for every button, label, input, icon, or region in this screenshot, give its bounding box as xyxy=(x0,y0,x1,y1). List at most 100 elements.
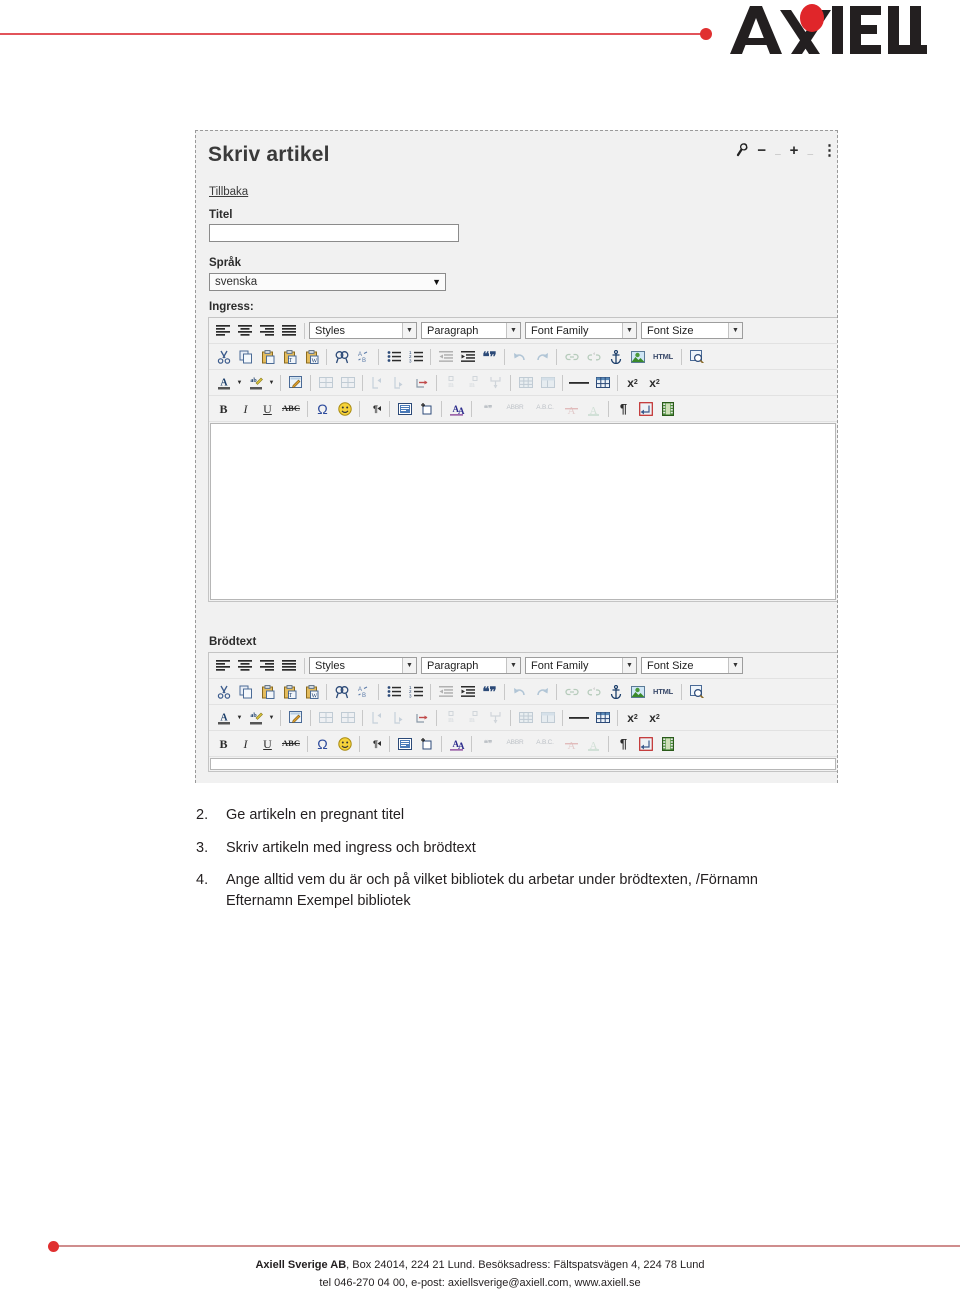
align-center-icon[interactable] xyxy=(235,320,256,341)
superscript-icon[interactable]: x2 xyxy=(644,707,665,728)
fieldset-icon[interactable] xyxy=(394,398,415,419)
insert-table-icon[interactable] xyxy=(592,372,613,393)
paste-text-icon[interactable]: T xyxy=(279,346,300,367)
paste-word-icon[interactable]: W xyxy=(301,681,322,702)
image-icon[interactable] xyxy=(627,346,648,367)
delete-col-icon[interactable] xyxy=(411,372,432,393)
font-size-dropdown[interactable]: Font Size ▼ xyxy=(641,322,743,339)
delete-text-icon[interactable]: A xyxy=(561,733,582,754)
edit-css-icon[interactable] xyxy=(285,707,306,728)
format-dropdown[interactable]: Paragraph ▼ xyxy=(421,657,521,674)
special-char-icon[interactable]: Ω xyxy=(312,398,333,419)
strikethrough-icon[interactable]: ABC xyxy=(279,398,303,419)
copy-icon[interactable] xyxy=(235,681,256,702)
paste-text-icon[interactable]: T xyxy=(279,681,300,702)
bullet-list-icon[interactable] xyxy=(383,681,404,702)
align-right-icon[interactable] xyxy=(257,320,278,341)
unlink-icon[interactable] xyxy=(583,681,604,702)
redo-icon[interactable] xyxy=(531,681,552,702)
font-size-dropdown[interactable]: Font Size ▼ xyxy=(641,657,743,674)
split-cell-icon[interactable] xyxy=(515,707,536,728)
superscript-icon[interactable]: x2 xyxy=(644,372,665,393)
align-justify-icon[interactable] xyxy=(279,655,300,676)
insert-text-icon[interactable]: A xyxy=(583,733,604,754)
preview-icon[interactable] xyxy=(686,681,707,702)
text-color-dropdown-icon[interactable]: ▼ xyxy=(235,707,244,728)
horizontal-rule-icon[interactable] xyxy=(567,372,591,393)
horizontal-rule-icon[interactable] xyxy=(567,707,591,728)
image-icon[interactable] xyxy=(627,681,648,702)
numbered-list-icon[interactable]: 123 xyxy=(405,681,426,702)
fieldset-icon[interactable] xyxy=(394,733,415,754)
title-input[interactable] xyxy=(209,224,459,242)
italic-icon[interactable]: I xyxy=(235,733,256,754)
text-direction-icon[interactable]: ¶ xyxy=(364,398,385,419)
align-left-icon[interactable] xyxy=(213,655,234,676)
html-icon[interactable]: HTML xyxy=(649,346,677,367)
indent-icon[interactable] xyxy=(457,346,478,367)
outdent-icon[interactable] xyxy=(435,346,456,367)
align-right-icon[interactable] xyxy=(257,655,278,676)
bold-icon[interactable]: B xyxy=(213,398,234,419)
preview-icon[interactable] xyxy=(686,346,707,367)
style-a-icon[interactable]: AA xyxy=(446,733,467,754)
acronym-icon[interactable]: A.B.C. xyxy=(530,733,560,754)
cut-icon[interactable] xyxy=(213,346,234,367)
underline-icon[interactable]: U xyxy=(257,733,278,754)
italic-icon[interactable]: I xyxy=(235,398,256,419)
acronym-icon[interactable]: A.B.C. xyxy=(530,398,560,419)
nonbreaking-icon[interactable] xyxy=(635,733,656,754)
undo-icon[interactable] xyxy=(509,681,530,702)
unlink-icon[interactable] xyxy=(583,346,604,367)
insert-text-icon[interactable]: A xyxy=(583,398,604,419)
highlight-color-icon[interactable]: ab xyxy=(245,707,266,728)
highlight-color-dropdown-icon[interactable]: ▼ xyxy=(267,707,276,728)
edit-css-icon[interactable] xyxy=(285,372,306,393)
find-icon[interactable] xyxy=(331,681,352,702)
text-color-icon[interactable]: A xyxy=(213,707,234,728)
split-cell-icon[interactable] xyxy=(515,372,536,393)
insert-col-after-icon[interactable] xyxy=(389,372,410,393)
styles-dropdown[interactable]: Styles ▼ xyxy=(309,322,417,339)
anchor-icon[interactable] xyxy=(605,681,626,702)
insert-row-before-icon[interactable] xyxy=(315,372,336,393)
language-select[interactable]: svenska ▼ xyxy=(209,273,446,291)
find-icon[interactable] xyxy=(331,346,352,367)
minimize-button[interactable]: − xyxy=(757,143,766,158)
format-dropdown[interactable]: Paragraph ▼ xyxy=(421,322,521,339)
delete-text-icon[interactable]: A xyxy=(561,398,582,419)
brodtext-content-area[interactable] xyxy=(210,758,836,770)
style-a-icon[interactable]: AA xyxy=(446,398,467,419)
bullet-list-icon[interactable] xyxy=(383,346,404,367)
html-icon[interactable]: HTML xyxy=(649,681,677,702)
text-color-icon[interactable]: A xyxy=(213,372,234,393)
bold-icon[interactable]: B xyxy=(213,733,234,754)
text-color-dropdown-icon[interactable]: ▼ xyxy=(235,372,244,393)
table-props-icon[interactable] xyxy=(537,707,558,728)
row-props-icon[interactable]: m xyxy=(441,372,462,393)
subscript-icon[interactable]: x2 xyxy=(622,707,643,728)
link-icon[interactable] xyxy=(561,681,582,702)
wrench-icon[interactable] xyxy=(734,142,750,159)
row-props-icon[interactable]: m xyxy=(441,707,462,728)
insert-col-after-icon[interactable] xyxy=(389,707,410,728)
cut-icon[interactable] xyxy=(213,681,234,702)
abbr-icon[interactable]: ABBR xyxy=(501,398,529,419)
insert-layer-icon[interactable] xyxy=(416,733,437,754)
indent-icon[interactable] xyxy=(457,681,478,702)
insert-row-after-icon[interactable] xyxy=(337,372,358,393)
insert-layer-icon[interactable] xyxy=(416,398,437,419)
strikethrough-icon[interactable]: ABC xyxy=(279,733,303,754)
align-justify-icon[interactable] xyxy=(279,320,300,341)
back-link[interactable]: Tillbaka xyxy=(209,186,248,198)
replace-icon[interactable]: AB xyxy=(353,681,374,702)
outdent-icon[interactable] xyxy=(435,681,456,702)
subscript-icon[interactable]: x2 xyxy=(622,372,643,393)
numbered-list-icon[interactable]: 123 xyxy=(405,346,426,367)
merge-cells-icon[interactable] xyxy=(485,372,506,393)
nonbreaking-icon[interactable] xyxy=(635,398,656,419)
quote-icon[interactable]: ❝❞ xyxy=(476,733,500,754)
ingress-content-area[interactable] xyxy=(210,423,836,600)
insert-col-before-icon[interactable] xyxy=(367,372,388,393)
delete-col-icon[interactable] xyxy=(411,707,432,728)
